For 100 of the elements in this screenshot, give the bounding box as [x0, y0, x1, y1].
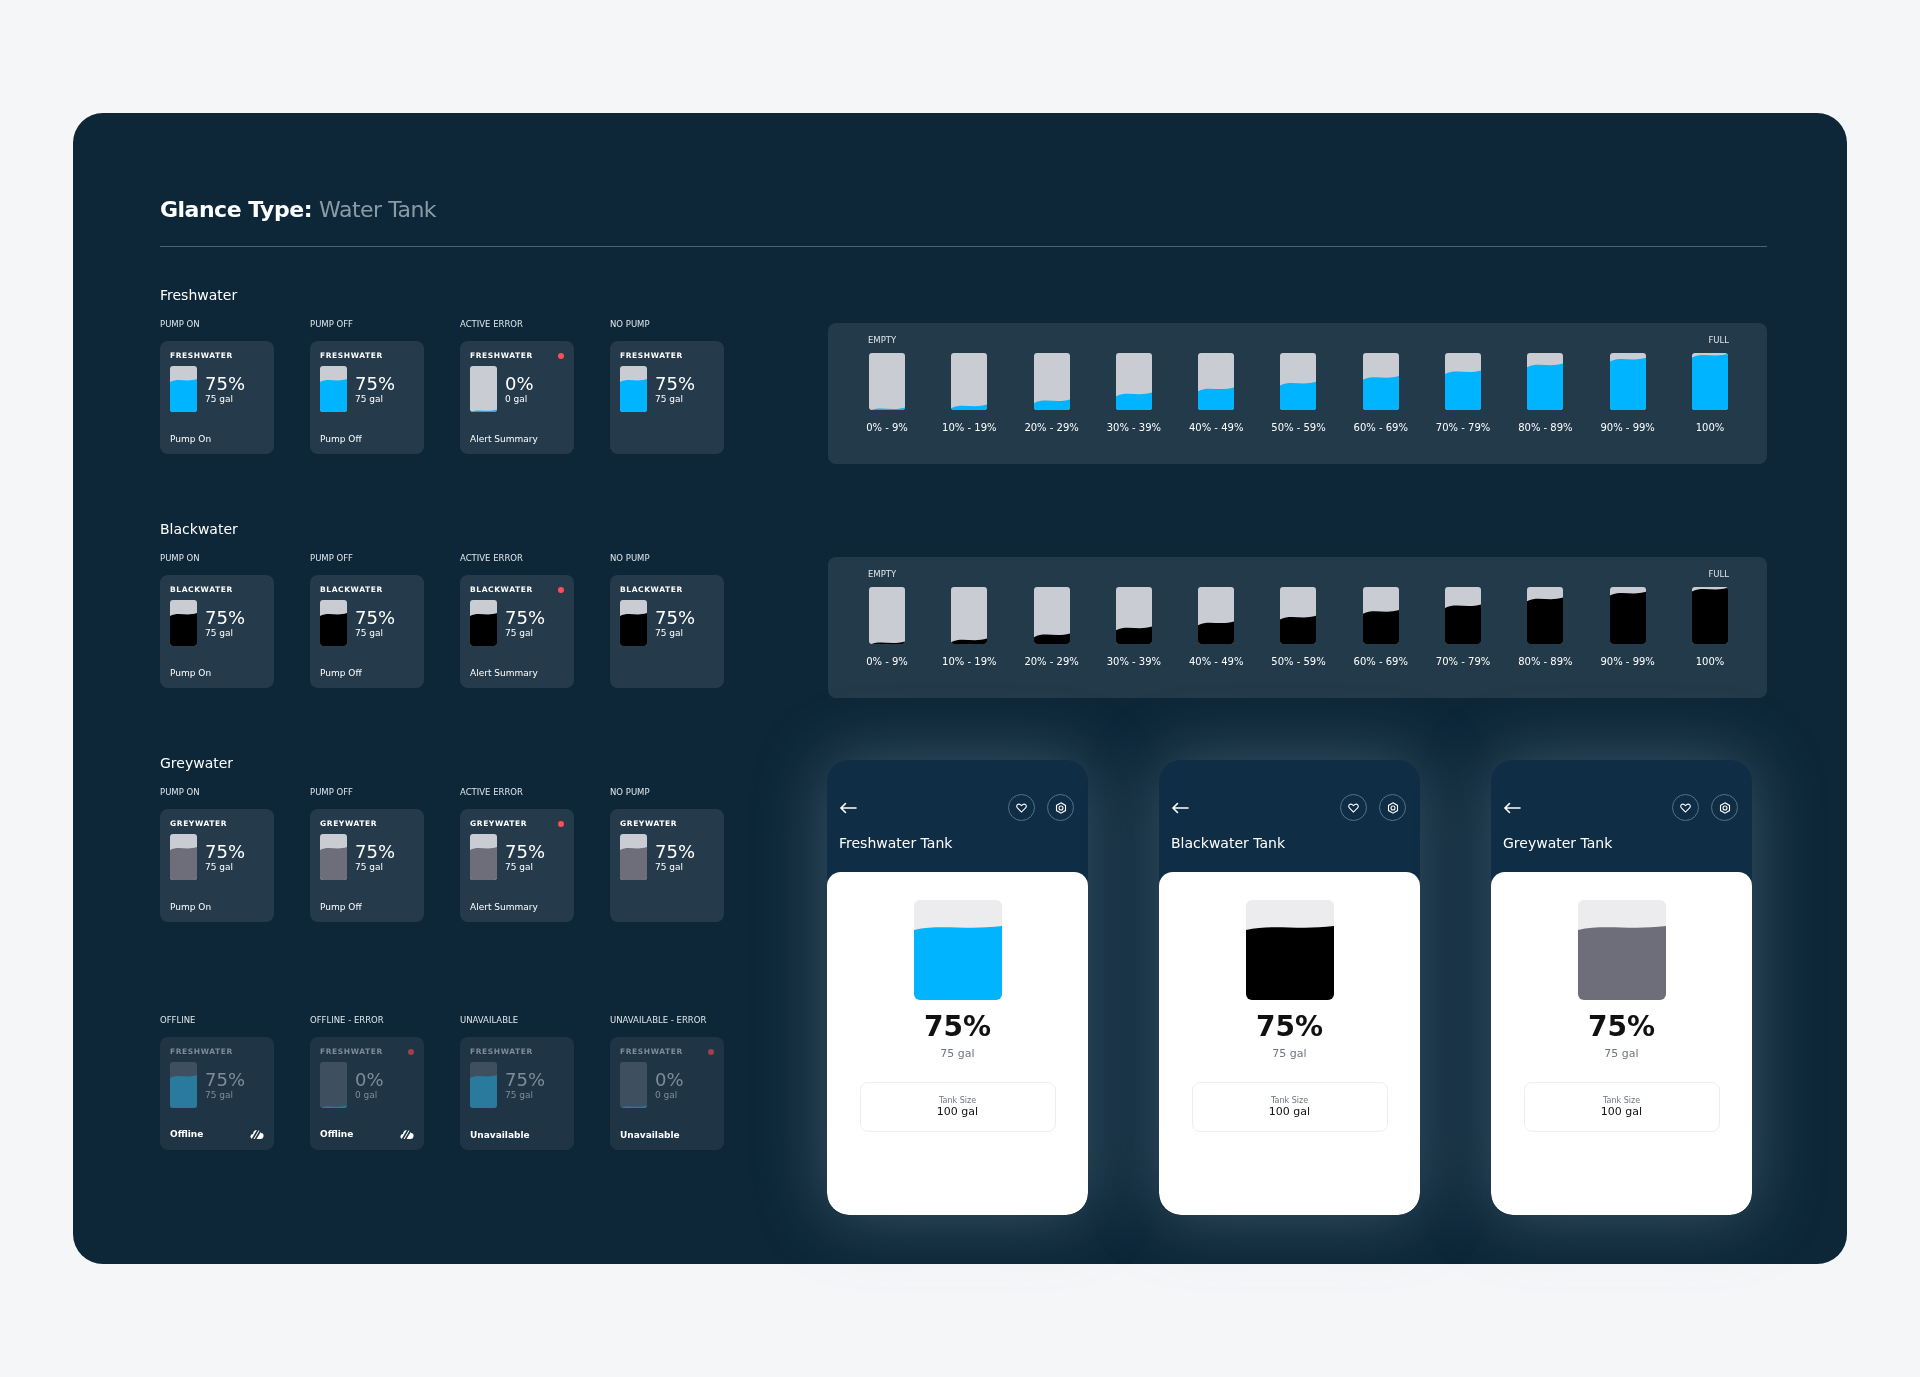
- range-label: 30% - 39%: [1106, 656, 1162, 667]
- tank-body: [951, 353, 988, 410]
- range-label: 30% - 39%: [1106, 422, 1162, 433]
- screen-title: Freshwater Tank: [839, 835, 954, 851]
- state-label: ACTIVE ERROR: [460, 553, 524, 563]
- tank-volume: 75 gal: [655, 627, 685, 638]
- section-title: Blackwater: [160, 521, 239, 539]
- tank-body: [320, 1062, 347, 1108]
- heart-icon: [1348, 802, 1359, 813]
- tank-volume: 75 gal: [355, 393, 385, 404]
- tank-size-value: 100 gal: [1600, 1105, 1643, 1118]
- tank-body: [869, 353, 905, 410]
- range-label: 40% - 49%: [1188, 422, 1244, 433]
- heart-icon: [1016, 802, 1027, 813]
- status-text: Pump On: [170, 434, 212, 444]
- tank-percent: 75%: [205, 842, 245, 862]
- range-label: 80% - 89%: [1518, 656, 1573, 667]
- back-arrow-icon[interactable]: [839, 801, 857, 814]
- range-label: 0% - 9%: [866, 422, 908, 433]
- state-label: PUMP OFF: [310, 319, 354, 329]
- tank-volume: 75 gal: [505, 1089, 535, 1100]
- tank-percent: 75%: [505, 608, 545, 628]
- range-label: 100%: [1695, 422, 1725, 433]
- status-text: Unavailable: [620, 1130, 680, 1140]
- state-label: NO PUMP: [610, 553, 651, 563]
- status-text: Pump Off: [320, 902, 362, 912]
- page-title: Glance Type: Water Tank: [160, 197, 438, 222]
- tank-percent: 75%: [205, 1070, 245, 1090]
- status-text: Pump Off: [320, 668, 362, 678]
- range-label: 0% - 9%: [866, 656, 908, 667]
- tank-size-label: Tank Size: [1602, 1096, 1641, 1105]
- tank-percent: 75%: [205, 374, 245, 394]
- tank-percent: 75%: [655, 842, 695, 862]
- range-label: 50% - 59%: [1271, 422, 1326, 433]
- range-label: 70% - 79%: [1435, 422, 1491, 433]
- tank-size-label: Tank Size: [938, 1096, 977, 1105]
- tank-volume: 75 gal: [505, 627, 535, 638]
- tank-percent: 75%: [655, 608, 695, 628]
- range-label: 100%: [1695, 656, 1725, 667]
- tank-volume: 0 gal: [505, 393, 529, 404]
- range-label: 90% - 99%: [1600, 656, 1655, 667]
- tank-percent: 75%: [1588, 1010, 1655, 1043]
- full-label: FULL: [1708, 335, 1729, 345]
- state-label: PUMP OFF: [310, 553, 354, 563]
- state-label: OFFLINE - ERROR: [310, 1015, 385, 1025]
- state-label: OFFLINE: [160, 1015, 197, 1025]
- tank-percent: 75%: [655, 374, 695, 394]
- tank-volume: 75 gal: [355, 861, 385, 872]
- tank-size-label: Tank Size: [1270, 1096, 1309, 1105]
- tank-percent: 75%: [924, 1010, 991, 1043]
- tank-volume: 75 gal: [655, 861, 685, 872]
- heart-icon: [1680, 802, 1691, 813]
- status-text: Unavailable: [470, 1130, 530, 1140]
- range-label: 90% - 99%: [1600, 422, 1655, 433]
- settings-icon: [1054, 801, 1067, 814]
- section-title: Greywater: [160, 755, 235, 773]
- tank-percent: 75%: [1256, 1010, 1323, 1043]
- status-text: Pump Off: [320, 434, 362, 444]
- state-label: UNAVAILABLE - ERROR: [610, 1015, 708, 1025]
- range-label: 50% - 59%: [1271, 656, 1326, 667]
- status-text: Offline: [320, 1129, 354, 1139]
- tank-percent: 75%: [205, 608, 245, 628]
- state-label: PUMP ON: [160, 319, 201, 329]
- status-text: Alert Summary: [470, 668, 538, 678]
- back-arrow-icon[interactable]: [1171, 801, 1189, 814]
- tank-volume: 75 gal: [205, 627, 235, 638]
- tank-volume: 75 gal: [655, 393, 685, 404]
- tank-size-value: 100 gal: [936, 1105, 979, 1118]
- status-text: Pump On: [170, 902, 212, 912]
- state-label: ACTIVE ERROR: [460, 787, 524, 797]
- tank-percent: 75%: [355, 842, 395, 862]
- status-text: Alert Summary: [470, 434, 538, 444]
- status-text: Offline: [170, 1129, 204, 1139]
- empty-label: EMPTY: [868, 569, 897, 579]
- tank-volume: 75 gal: [205, 393, 235, 404]
- state-label: PUMP ON: [160, 787, 201, 797]
- tank-body: [620, 1062, 647, 1108]
- status-text: Alert Summary: [470, 902, 538, 912]
- state-label: PUMP ON: [160, 553, 201, 563]
- state-label: PUMP OFF: [310, 787, 354, 797]
- tank-volume: 75 gal: [505, 861, 535, 872]
- range-label: 60% - 69%: [1353, 656, 1408, 667]
- state-label: UNAVAILABLE: [460, 1015, 520, 1025]
- tank-volume: 0 gal: [355, 1089, 379, 1100]
- tank-percent: 75%: [505, 1070, 545, 1090]
- screen-title: Greywater Tank: [1503, 835, 1614, 851]
- screen-title: Blackwater Tank: [1171, 835, 1286, 851]
- settings-icon: [1718, 801, 1731, 814]
- tank-body: [951, 587, 988, 644]
- tank-volume: 75 gal: [1272, 1047, 1307, 1060]
- section-title: Freshwater: [160, 287, 239, 305]
- range-label: 20% - 29%: [1024, 422, 1079, 433]
- tank-body: [869, 587, 905, 644]
- range-label: 80% - 89%: [1518, 422, 1573, 433]
- range-label: 70% - 79%: [1435, 656, 1491, 667]
- range-label: 20% - 29%: [1024, 656, 1079, 667]
- tank-percent: 75%: [505, 842, 545, 862]
- range-label: 10% - 19%: [942, 656, 997, 667]
- tank-volume: 75 gal: [355, 627, 385, 638]
- back-arrow-icon[interactable]: [1503, 801, 1521, 814]
